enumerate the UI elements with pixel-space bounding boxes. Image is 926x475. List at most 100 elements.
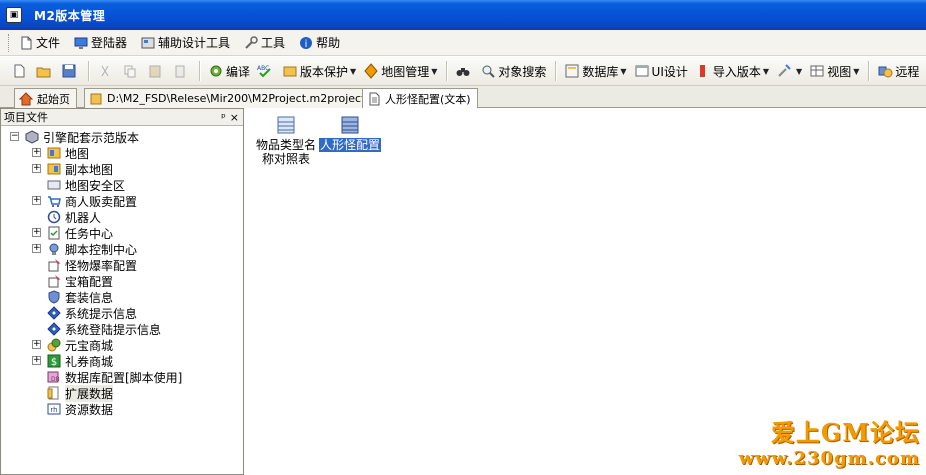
open-button[interactable] (33, 60, 57, 82)
table-file-icon (341, 116, 359, 134)
open-folder-icon (36, 67, 51, 78)
new-button[interactable] (8, 60, 32, 82)
tree-item[interactable]: 机器人 (1, 209, 243, 225)
database-button[interactable]: 数据库 ▼ (561, 60, 629, 82)
delete-icon (175, 65, 185, 78)
paste-button[interactable] (144, 60, 168, 82)
tree-root[interactable]: − 引擎配套示范版本 (1, 129, 243, 145)
expand-icon[interactable]: + (32, 356, 41, 365)
tree-item-label: 宝箱配置 (65, 274, 114, 289)
tree-item-label: 地图安全区 (65, 178, 126, 193)
find-button[interactable] (452, 60, 476, 82)
tree-item[interactable]: rh 资源数据 (1, 401, 243, 417)
compile-button[interactable]: 编译 (205, 60, 253, 82)
document-icon (21, 36, 32, 49)
tab-project-file[interactable]: D:\M2_FSD\Relese\Mir200\M2Project.m2proj… (84, 88, 389, 108)
search-icon (482, 65, 496, 78)
chevron-down-icon: ▼ (762, 66, 770, 76)
tree-item-label: 系统提示信息 (65, 306, 138, 321)
menu-tools-label: 工具 (261, 36, 286, 50)
tree-item[interactable]: + 任务中心 (1, 225, 243, 241)
tree-item[interactable]: + 元宝商城 (1, 337, 243, 353)
menu-design-tools[interactable]: 辅助设计工具 (139, 32, 232, 54)
copy-button[interactable] (119, 60, 143, 82)
tree-item[interactable]: 扩展数据 (1, 384, 243, 402)
tools-dropdown-button[interactable]: ▼ (773, 60, 805, 82)
menu-grip[interactable] (8, 33, 11, 52)
expand-icon[interactable]: + (32, 148, 41, 157)
toolbar-separator (446, 61, 448, 81)
version-protect-icon (283, 66, 297, 77)
file-label-line1: 人形怪配置 (318, 138, 381, 152)
expand-icon[interactable]: + (32, 340, 41, 349)
view-button[interactable]: 视图 ▼ (806, 60, 862, 82)
toolbar: 编译 ABC 版本保护 ▼ 地图管理 ▼ 对象搜索 数据库 ▼ UI设计 导入版本 ▼ … (0, 57, 926, 86)
map-manage-icon (364, 63, 378, 79)
app-icon: ▣ (6, 7, 22, 23)
home-icon (19, 91, 33, 105)
database-label: 数据库 (582, 64, 619, 79)
tree-item[interactable]: + 脚本控制中心 (1, 241, 243, 257)
tree-item[interactable]: + 副本地图 (1, 161, 243, 177)
watermark-line2: www.230gm.com (738, 448, 920, 469)
robot-icon (47, 210, 61, 224)
save-button[interactable] (58, 60, 82, 82)
version-protect-button[interactable]: 版本保护 ▼ (279, 60, 359, 82)
tree-item-label: 系统登陆提示信息 (65, 322, 162, 337)
toolbar-separator (555, 61, 557, 81)
remote-button[interactable]: 远程 (874, 60, 922, 82)
tree-item[interactable]: DB 数据库配置[脚本使用] (1, 369, 243, 385)
chevron-down-icon: ▼ (853, 66, 860, 76)
tab-monster-config[interactable]: 人形怪配置(文本) (362, 88, 478, 109)
expand-icon[interactable]: + (32, 164, 41, 173)
collapse-icon[interactable]: − (10, 132, 19, 141)
engine-icon (25, 130, 39, 144)
shield-icon (48, 290, 60, 304)
help-icon: i (300, 36, 313, 50)
spellcheck-button[interactable]: ABC (254, 60, 278, 82)
object-search-button[interactable]: 对象搜索 (477, 60, 549, 82)
tree-item[interactable]: 怪物爆率配置 (1, 257, 243, 273)
expand-icon[interactable]: + (32, 196, 41, 205)
tree-item[interactable]: + 地图 (1, 145, 243, 161)
menu-file[interactable]: 文件 (17, 32, 62, 54)
ui-design-button[interactable]: UI设计 (631, 60, 691, 82)
database-icon (565, 64, 579, 78)
expand-icon[interactable]: + (32, 244, 41, 253)
menu-help[interactable]: i 帮助 (297, 32, 342, 54)
tree-item[interactable]: 系统提示信息 (1, 305, 243, 321)
map-manage-button[interactable]: 地图管理 ▼ (360, 60, 440, 82)
monitor-icon (74, 37, 88, 49)
cut-button[interactable] (94, 60, 118, 82)
menu-tools[interactable]: 工具 (242, 32, 287, 54)
tab-start-page[interactable]: 起始页 (14, 88, 77, 108)
menu-launcher[interactable]: 登陆器 (72, 32, 129, 54)
map-manage-label: 地图管理 (381, 64, 430, 79)
project-file-icon (90, 93, 102, 104)
pin-icon[interactable]: ᵖ (221, 111, 226, 124)
copy-icon (124, 65, 136, 78)
table-file-icon (277, 116, 295, 134)
tree-item[interactable]: 宝箱配置 (1, 273, 243, 289)
tree-item[interactable]: + $ 礼券商城 (1, 353, 243, 369)
tree-item[interactable]: 系统登陆提示信息 (1, 321, 243, 337)
menu-design-tools-label: 辅助设计工具 (158, 36, 231, 50)
menu-launcher-label: 登陆器 (91, 36, 128, 50)
new-file-icon (14, 64, 25, 78)
expand-icon[interactable]: + (32, 228, 41, 237)
map-copy-icon (47, 163, 61, 175)
panel-title: 项目文件 (4, 111, 48, 124)
import-version-button[interactable]: 导入版本 ▼ (692, 60, 772, 82)
delete-button[interactable] (169, 60, 193, 82)
tree-item-label: 任务中心 (65, 226, 114, 241)
window-title: M2版本管理 (34, 8, 106, 23)
tree-item[interactable]: 套装信息 (1, 289, 243, 305)
save-icon (62, 64, 76, 78)
tree-item-label: 资源数据 (65, 402, 114, 417)
file-item-monster-config[interactable]: 人形怪配置 (310, 114, 390, 152)
resource-icon: rh (47, 403, 61, 415)
close-icon[interactable]: × (230, 111, 239, 124)
tree-item[interactable]: + 商人贩卖配置 (1, 193, 243, 209)
tree-item[interactable]: 地图安全区 (1, 177, 243, 193)
script-icon (49, 243, 59, 255)
